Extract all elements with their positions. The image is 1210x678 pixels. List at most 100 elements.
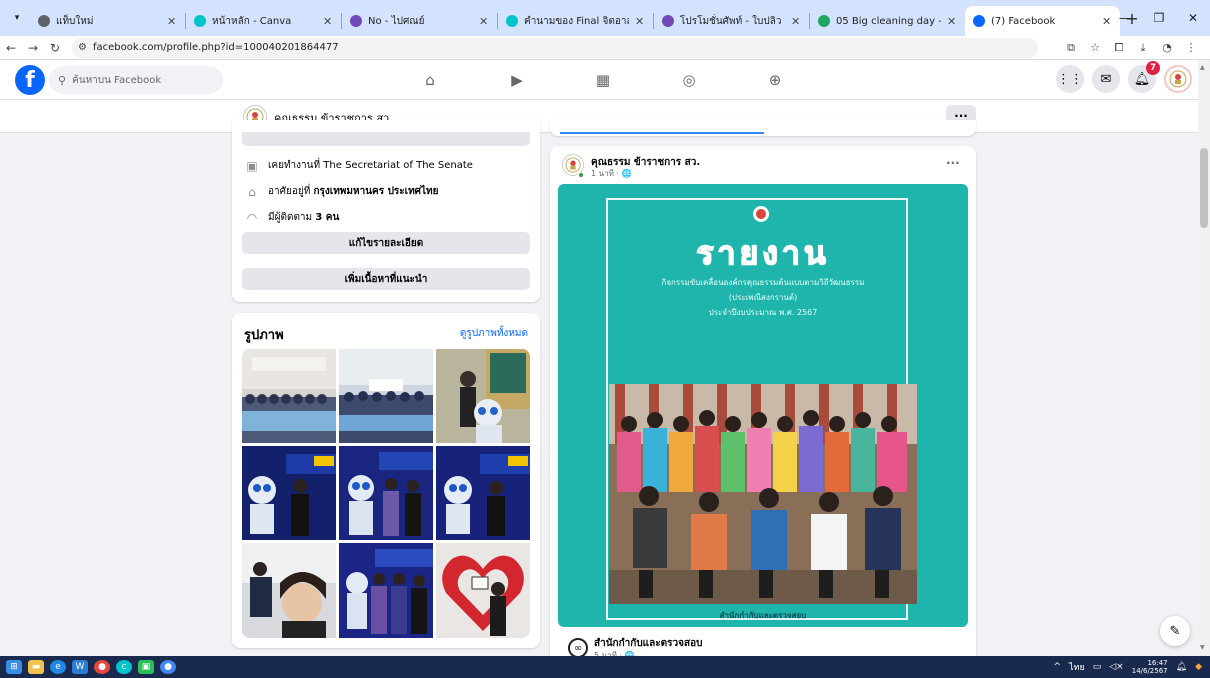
lives-value[interactable]: กรุงเทพมหานคร ประเทศไทย	[313, 186, 438, 197]
copilot-icon[interactable]: ◆	[1195, 662, 1202, 672]
line-app-icon[interactable]: ▣	[138, 660, 154, 674]
messenger-icon[interactable]: ✉	[1092, 65, 1120, 93]
file-explorer-icon[interactable]: ▬	[28, 660, 44, 674]
tray-chevron-icon[interactable]: ^	[1053, 662, 1061, 672]
page-scrollbar[interactable]: ▲ ▼	[1198, 60, 1210, 656]
tab-favicon-icon	[350, 15, 362, 27]
minimize-icon[interactable]: —	[1108, 11, 1142, 25]
photo-thumbnail[interactable]	[436, 543, 530, 638]
facebook-logo-icon[interactable]: f	[15, 65, 45, 95]
forward-icon[interactable]: →	[22, 41, 44, 55]
search-icon: ⚲	[58, 73, 67, 87]
window-controls: — ❐ ✕	[1108, 0, 1210, 36]
video-icon[interactable]: ▶	[507, 70, 527, 90]
tab-close-icon[interactable]: ✕	[323, 15, 333, 28]
next-post-avatar[interactable]: ∞	[568, 638, 588, 658]
bookmark-star-icon[interactable]: ☆	[1086, 41, 1104, 54]
canva-icon[interactable]: c	[116, 660, 132, 674]
close-window-icon[interactable]: ✕	[1176, 11, 1210, 25]
groups-icon[interactable]: ◎	[679, 70, 699, 90]
edit-details-button[interactable]: แก้ไขรายละเอียด	[242, 232, 530, 254]
work-value[interactable]: The Secretariat of The Senate	[323, 160, 473, 171]
browser-tab[interactable]: หน้าหลัก - Canva ✕	[186, 6, 341, 36]
see-all-photos-link[interactable]: ดูรูปภาพทั้งหมด	[460, 326, 528, 341]
edge-browser-icon[interactable]: e	[50, 660, 66, 674]
reload-icon[interactable]: ↻	[44, 41, 66, 55]
scroll-up-arrow-icon[interactable]: ▲	[1200, 64, 1205, 71]
tab-search-menu-button[interactable]: ▾	[4, 5, 30, 31]
kebab-menu-icon[interactable]: ⋮	[1182, 41, 1200, 54]
browser-tab[interactable]: 05 Big cleaning day - Google ไ ✕	[810, 6, 965, 36]
language-indicator[interactable]: ไทย	[1069, 660, 1085, 674]
restore-icon[interactable]: ❐	[1142, 11, 1176, 25]
word-icon[interactable]: W	[72, 660, 88, 674]
browser-tab[interactable]: แท็บใหม่ ✕	[30, 6, 185, 36]
back-icon[interactable]: ←	[0, 41, 22, 55]
scroll-down-arrow-icon[interactable]: ▼	[1200, 644, 1205, 651]
poster-group-photo	[609, 384, 917, 604]
tab-close-icon[interactable]: ✕	[167, 15, 177, 28]
poster-emblem-icon	[753, 206, 769, 222]
photo-thumbnail[interactable]	[339, 349, 433, 443]
post-more-options-icon[interactable]: ···	[946, 156, 960, 170]
photo-thumbnail[interactable]	[242, 543, 336, 638]
browser-tab[interactable]: โปรโมชั่นศัพท์ - ใบปลิว (A4) ✕	[654, 6, 809, 36]
lives-prefix: อาศัยอยู่ที่	[268, 186, 311, 197]
translate-icon[interactable]: ⧉	[1062, 41, 1080, 55]
post-image[interactable]: รายงาน กิจกรรมขับเคลื่อนองค์กรคุณธรรมต้น…	[558, 184, 968, 627]
site-info-icon[interactable]: ⚙	[78, 42, 87, 53]
windows-start-icon[interactable]: ⊞	[6, 660, 22, 674]
chrome-icon[interactable]: ●	[94, 660, 110, 674]
tab-close-icon[interactable]: ✕	[479, 15, 489, 28]
followers-value[interactable]: 3 คน	[315, 212, 339, 223]
browser-tab[interactable]: No - ไปศณย์ ✕	[342, 6, 497, 36]
clock-date: 14/6/2567	[1131, 667, 1168, 675]
progress-line	[560, 132, 764, 134]
poster-line: (ประเพณีสงกรานต์)	[728, 293, 798, 302]
tab-close-icon[interactable]: ✕	[635, 15, 645, 28]
browser-tab[interactable]: คำนามของ Final จิตอาสา (390 x 24 ✕	[498, 6, 653, 36]
home-icon[interactable]: ⌂	[420, 70, 440, 90]
photo-thumbnail[interactable]	[436, 446, 530, 540]
partial-button[interactable]	[242, 132, 530, 146]
photo-thumbnail[interactable]	[436, 349, 530, 443]
facebook-search-input[interactable]: ⚲ ค้นหาบน Facebook	[49, 66, 223, 94]
tab-close-icon[interactable]: ✕	[947, 15, 957, 28]
browser-tab-active[interactable]: (7) Facebook ✕	[965, 6, 1120, 36]
heart-frame-photo-image	[436, 543, 530, 638]
photo-thumbnail[interactable]	[242, 349, 336, 443]
chrome-profile-icon[interactable]: ●	[160, 660, 176, 674]
windows-taskbar: ⊞ ▬ e W ● c ▣ ● ^ ไทย ▭ ◁× 16:47 14/6/25…	[0, 656, 1210, 678]
photo-thumbnail[interactable]	[339, 446, 433, 540]
home-location-icon: ⌂	[248, 184, 256, 199]
marketplace-icon[interactable]: ▦	[593, 70, 613, 90]
photos-title: รูปภาพ	[244, 328, 284, 343]
clock[interactable]: 16:47 14/6/2567	[1132, 659, 1168, 675]
feed-post: คุณธรรม ข้าราชการ สว. 1 นาที · 🌐 ··· ราย…	[550, 146, 976, 660]
add-featured-button[interactable]: เพิ่มเนื้อหาที่แนะนำ	[242, 268, 530, 290]
menu-grid-icon[interactable]: ⋮⋮	[1056, 65, 1084, 93]
work-info: ▣ เคยทำงานที่ The Secretariat of The Sen…	[244, 158, 473, 173]
system-tray: ^ ไทย ▭ ◁× 16:47 14/6/2567 🔔︎ ◆	[1053, 656, 1202, 678]
account-avatar[interactable]	[1164, 65, 1192, 93]
url-input[interactable]: ⚙ facebook.com/profile.php?id=1000402018…	[72, 37, 1038, 58]
poster-footer: สำนักกำกับและตรวจสอบ	[719, 611, 807, 620]
gaming-icon[interactable]: ⊕	[765, 70, 785, 90]
profile-icon[interactable]: ◔	[1158, 41, 1176, 54]
post-timestamp[interactable]: 1 นาที · 🌐	[591, 167, 631, 180]
notification-center-icon[interactable]: 🔔︎	[1176, 662, 1187, 672]
network-icon[interactable]: ▭	[1093, 662, 1102, 672]
extensions-icon[interactable]: ⧠	[1110, 41, 1128, 55]
scrollbar-thumb[interactable]	[1200, 148, 1208, 228]
online-status-dot	[578, 172, 584, 178]
tab-title: (7) Facebook	[991, 15, 1056, 27]
volume-icon[interactable]: ◁×	[1109, 662, 1123, 672]
photo-thumbnail[interactable]	[339, 543, 433, 638]
notifications-bell-icon[interactable]: 🔔︎ 7	[1128, 61, 1160, 93]
photo-thumbnail[interactable]	[242, 446, 336, 540]
new-message-compose-icon[interactable]: ✎	[1160, 616, 1190, 646]
photo-grid	[242, 349, 530, 638]
tab-close-icon[interactable]: ✕	[791, 15, 801, 28]
download-icon[interactable]: ⤓	[1134, 41, 1152, 55]
robot-photo-image	[436, 349, 530, 443]
